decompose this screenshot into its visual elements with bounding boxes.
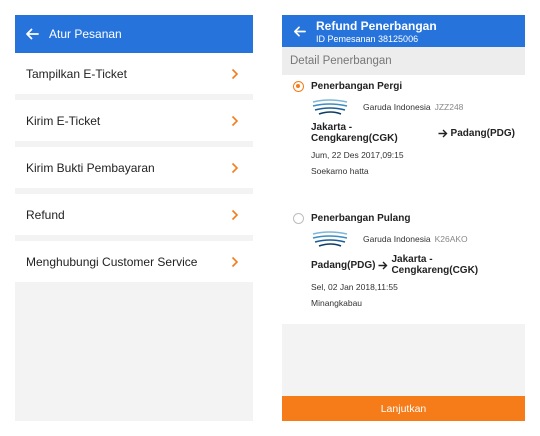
app-bar: Refund Penerbangan ID Pemesanan 38125006 bbox=[282, 15, 525, 47]
route-destination: Padang(PDG) bbox=[450, 127, 515, 139]
arrow-left-icon bbox=[293, 25, 306, 37]
menu-item-customer-service[interactable]: Menghubungi Customer Service bbox=[15, 241, 253, 282]
flight-route: Jakarta - Cengkareng(CGK) Padang(PDG) bbox=[311, 122, 515, 144]
atur-pesanan-screen: Atur Pesanan Tampilkan E-Ticket Kirim E-… bbox=[15, 15, 253, 421]
app-bar: Atur Pesanan bbox=[15, 15, 253, 53]
radio-unselected[interactable] bbox=[293, 213, 304, 224]
flight-datetime: Jum, 22 Des 2017,09:15 bbox=[311, 150, 404, 160]
menu-item-refund[interactable]: Refund bbox=[15, 194, 253, 235]
airline-name: Garuda Indonesia bbox=[363, 102, 431, 112]
garuda-logo-icon bbox=[312, 231, 348, 247]
garuda-logo-icon bbox=[312, 99, 348, 115]
menu-list: Tampilkan E-Ticket Kirim E-Ticket Kirim … bbox=[15, 53, 253, 282]
chevron-right-icon bbox=[229, 162, 241, 174]
flight-datetime: Sel, 02 Jan 2018,11:55 bbox=[311, 282, 398, 292]
chevron-right-icon bbox=[229, 256, 241, 268]
flight-card-pulang[interactable]: Penerbangan Pulang Garuda Indonesia K26A… bbox=[282, 207, 525, 324]
route-origin: Padang(PDG) bbox=[311, 259, 376, 271]
flight-airport: Soekarno hatta bbox=[311, 166, 369, 176]
menu-item-tampilkan-eticket[interactable]: Tampilkan E-Ticket bbox=[15, 53, 253, 94]
booking-id: ID Pemesanan 38125006 bbox=[316, 33, 419, 44]
refund-penerbangan-screen: Refund Penerbangan ID Pemesanan 38125006… bbox=[282, 15, 525, 421]
flight-option[interactable]: Penerbangan Pergi bbox=[293, 81, 515, 92]
section-header: Detail Penerbangan bbox=[282, 47, 525, 75]
card-spacer bbox=[282, 199, 525, 207]
page-title: Refund Penerbangan bbox=[316, 18, 437, 33]
arrow-right-icon bbox=[438, 129, 448, 138]
menu-item-label: Menghubungi Customer Service bbox=[26, 254, 198, 269]
menu-item-label: Tampilkan E-Ticket bbox=[26, 66, 127, 81]
flight-label: Penerbangan Pulang bbox=[311, 213, 411, 224]
route-destination: Jakarta - Cengkareng(CGK) bbox=[391, 254, 479, 276]
menu-item-label: Refund bbox=[26, 207, 65, 222]
flight-airport: Minangkabau bbox=[311, 298, 363, 308]
flight-code: K26AKO bbox=[434, 234, 468, 244]
airline-row: Garuda Indonesia JZZ248 bbox=[311, 97, 515, 117]
airline-row: Garuda Indonesia K26AKO bbox=[311, 229, 515, 249]
lanjutkan-button[interactable]: Lanjutkan bbox=[282, 396, 525, 421]
flight-route: Padang(PDG) Jakarta - Cengkareng(CGK) bbox=[311, 254, 515, 276]
chevron-right-icon bbox=[229, 68, 241, 80]
menu-item-label: Kirim E-Ticket bbox=[26, 113, 101, 128]
arrow-right-icon bbox=[378, 261, 388, 270]
app-bar-titles: Refund Penerbangan ID Pemesanan 38125006 bbox=[316, 19, 437, 44]
page-title: Atur Pesanan bbox=[49, 27, 122, 41]
menu-item-kirim-eticket[interactable]: Kirim E-Ticket bbox=[15, 100, 253, 141]
back-button[interactable] bbox=[282, 25, 316, 38]
route-origin: Jakarta - Cengkareng(CGK) bbox=[311, 122, 398, 144]
flight-code: JZZ248 bbox=[434, 102, 464, 112]
chevron-right-icon bbox=[229, 115, 241, 127]
airline-name: Garuda Indonesia bbox=[363, 234, 431, 244]
flight-label: Penerbangan Pergi bbox=[311, 81, 403, 92]
radio-selected[interactable] bbox=[293, 81, 304, 92]
chevron-right-icon bbox=[229, 209, 241, 221]
back-button[interactable] bbox=[15, 27, 49, 41]
menu-item-label: Kirim Bukti Pembayaran bbox=[26, 160, 155, 175]
arrow-left-icon bbox=[26, 28, 39, 40]
menu-item-kirim-bukti-pembayaran[interactable]: Kirim Bukti Pembayaran bbox=[15, 147, 253, 188]
flight-option[interactable]: Penerbangan Pulang bbox=[293, 213, 515, 224]
flight-card-pergi[interactable]: Penerbangan Pergi Garuda Indonesia JZZ24… bbox=[282, 75, 525, 199]
